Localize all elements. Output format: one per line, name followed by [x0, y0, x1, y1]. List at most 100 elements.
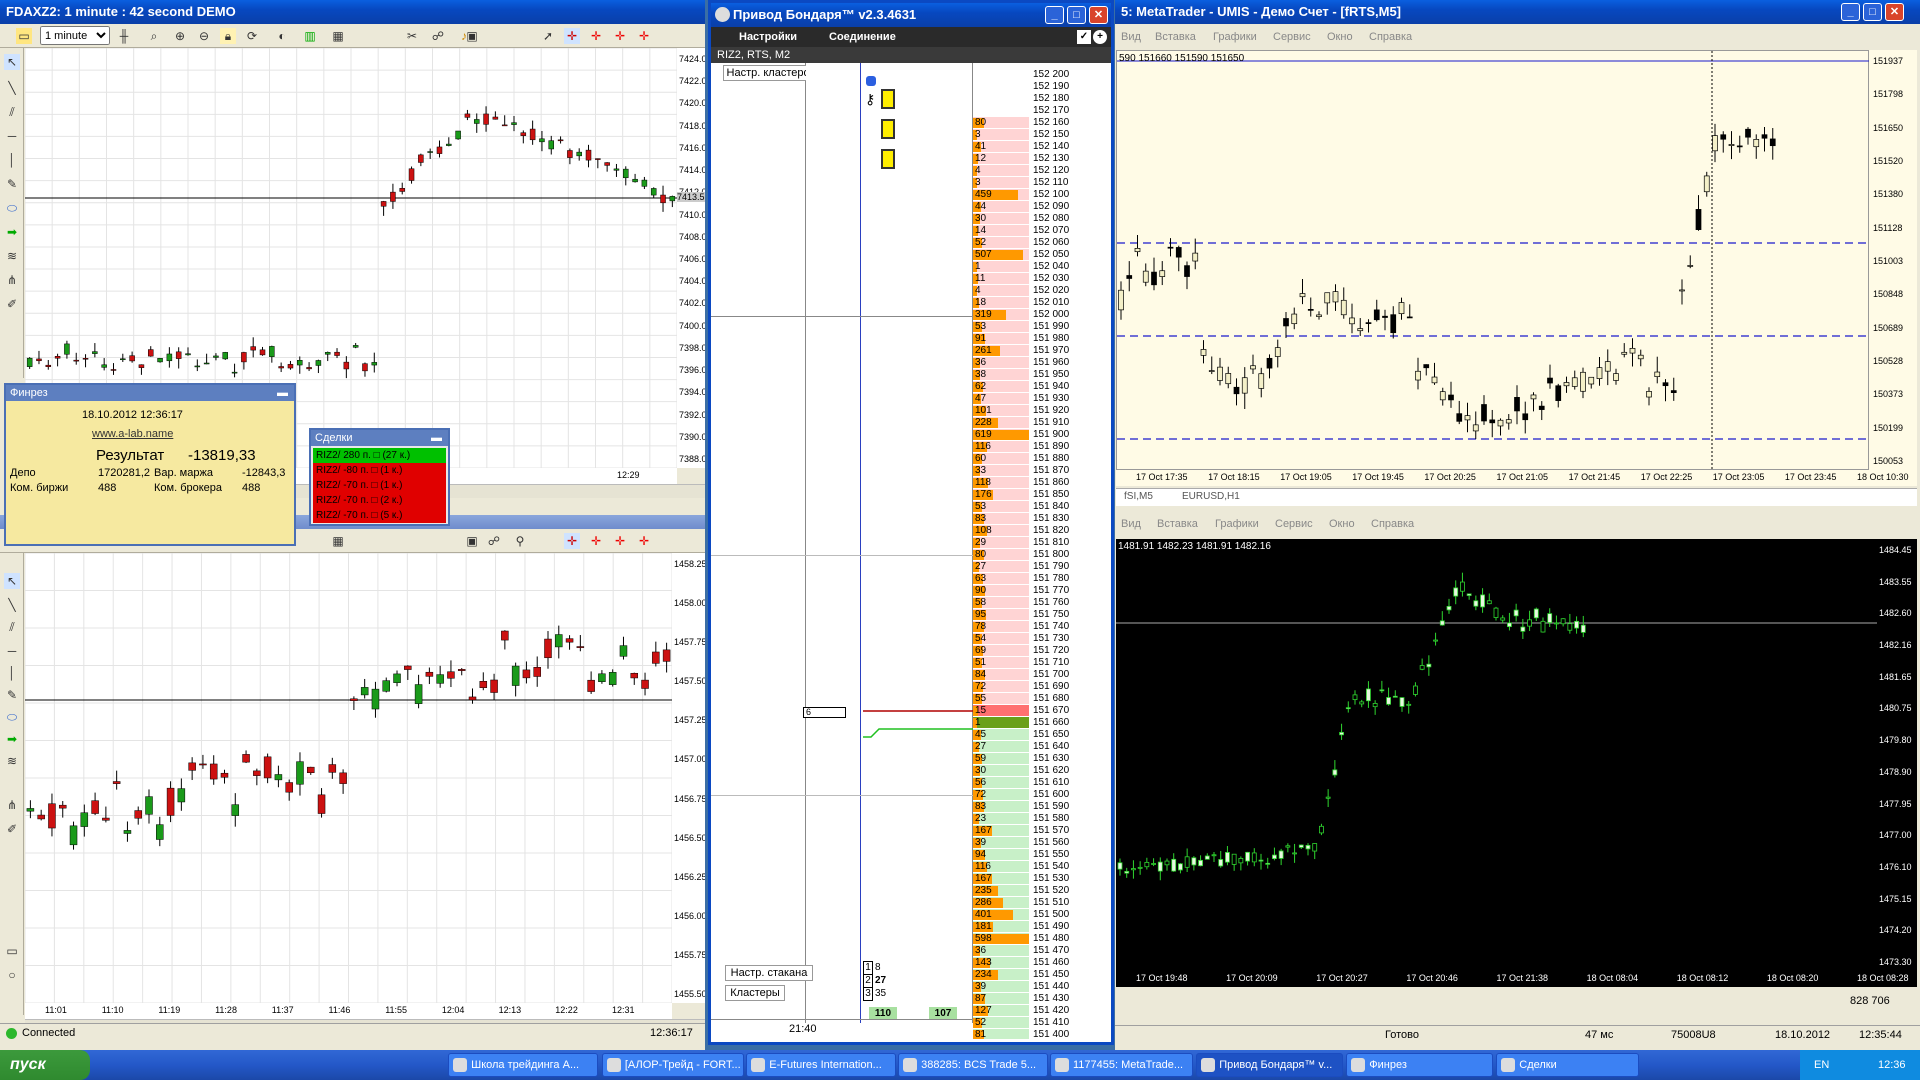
order-book-row[interactable]: 167 151 530 — [973, 873, 1111, 885]
order-book-row[interactable]: 87 151 430 — [973, 993, 1111, 1005]
menu-view[interactable]: Вид — [1121, 515, 1141, 533]
taskbar-button[interactable]: [АЛОР-Трейд - FORT... — [601, 1053, 745, 1077]
order-book-row[interactable]: 91 151 980 — [973, 333, 1111, 345]
channel-icon[interactable]: ⫽ — [4, 619, 20, 635]
quantity-option[interactable]: 3 35 — [863, 987, 886, 1001]
order-book-row[interactable]: 90 151 770 — [973, 585, 1111, 597]
zoom-icon[interactable]: ⌕ — [146, 28, 162, 44]
order-book-row[interactable]: 38 151 950 — [973, 369, 1111, 381]
refresh-icon[interactable]: ⟳ — [244, 28, 260, 44]
grid-icon[interactable]: ▦ — [330, 28, 346, 44]
vline-icon[interactable]: │ — [4, 152, 20, 168]
taskbar-button[interactable]: 1177455: MetaTrade... — [1050, 1053, 1193, 1077]
chart-type-icon[interactable]: ▥ — [302, 28, 318, 44]
order-book-row[interactable]: 507 152 050 — [973, 249, 1111, 261]
fdax-title-bar[interactable]: FDAXZ2: 1 minute : 42 second DEMO — [0, 0, 705, 24]
order-book-row[interactable]: 63 151 780 — [973, 573, 1111, 585]
arrow-icon[interactable]: ➡ — [4, 224, 20, 240]
cluster-settings-button[interactable]: Настр. кластеров — [723, 65, 819, 81]
vline-icon[interactable]: │ — [4, 665, 20, 681]
order-book-row[interactable]: 36 151 960 — [973, 357, 1111, 369]
order-book-row[interactable]: 1 151 660 — [973, 717, 1111, 729]
menu-charts[interactable]: Графики — [1213, 28, 1257, 46]
order-book-row[interactable]: 143 151 460 — [973, 957, 1111, 969]
order-book-row[interactable]: 319 152 000 — [973, 309, 1111, 321]
crosshair-icon[interactable]: ✛ — [564, 28, 580, 44]
taskbar-button[interactable]: E-Futures Internation... — [746, 1053, 897, 1077]
order-book-row[interactable]: 3 152 150 — [973, 129, 1111, 141]
order-book-row[interactable]: 84 151 700 — [973, 669, 1111, 681]
order-book-row[interactable]: 52 151 410 — [973, 1017, 1111, 1029]
zoom-out-icon[interactable]: ⊖ — [196, 28, 212, 44]
quantity-option[interactable]: 18 — [863, 961, 881, 975]
pointer-icon[interactable]: ↖ — [4, 573, 20, 589]
menu-connection[interactable]: Соединение — [829, 27, 896, 47]
order-book-row[interactable]: 181 151 490 — [973, 921, 1111, 933]
link-icon[interactable]: ☍ — [430, 28, 446, 44]
minimize-button[interactable]: _ — [1045, 6, 1064, 24]
order-book-row[interactable]: 52 152 060 — [973, 237, 1111, 249]
window-icon[interactable]: ▣ — [464, 533, 480, 549]
order-book-row[interactable]: 72 151 600 — [973, 789, 1111, 801]
indicator-icon[interactable]: ◐ — [274, 28, 290, 44]
order-book-row[interactable]: 72 151 690 — [973, 681, 1111, 693]
taskbar-button[interactable]: Школа трейдинга А... — [448, 1053, 599, 1077]
order-book-row[interactable]: 228 151 910 — [973, 417, 1111, 429]
taskbar-button[interactable]: Привод Бондаря™ v... — [1196, 1053, 1343, 1077]
taskbar-button[interactable]: 388285: BCS Trade 5... — [898, 1053, 1049, 1077]
order-book-row[interactable]: 80 152 160 — [973, 117, 1111, 129]
menu-settings[interactable]: Настройки — [739, 27, 797, 47]
order-book-row[interactable]: 176 151 850 — [973, 489, 1111, 501]
deal-row[interactable]: RIZ2/ -70 п. □ (2 к.) — [313, 493, 446, 508]
lower-left-chart[interactable] — [24, 552, 673, 1004]
menu-window[interactable]: Окно — [1329, 515, 1355, 533]
order-book-row[interactable]: 18 152 010 — [973, 297, 1111, 309]
finres-link[interactable]: www.a-lab.name — [92, 428, 173, 440]
clusters-button[interactable]: Кластеры — [725, 985, 785, 1001]
close-button[interactable]: ✕ — [1885, 3, 1904, 21]
order-book-row[interactable]: 4 152 020 — [973, 285, 1111, 297]
scissors-icon[interactable]: ✂ — [404, 28, 420, 44]
pitchfork-icon[interactable]: ⋔ — [4, 272, 20, 288]
order-book-row[interactable]: 235 151 520 — [973, 885, 1111, 897]
order-book-row[interactable]: 152 180 — [973, 93, 1111, 105]
order-book-row[interactable]: 45 151 650 — [973, 729, 1111, 741]
order-book-row[interactable]: 94 151 550 — [973, 849, 1111, 861]
tab-eurusd[interactable]: EURUSD,H1 — [1182, 491, 1240, 502]
menu-window[interactable]: Окно — [1327, 28, 1353, 46]
menu-charts[interactable]: Графики — [1215, 515, 1259, 533]
fib-icon[interactable]: ≋ — [4, 248, 20, 264]
window-icon[interactable]: ▣ — [464, 28, 480, 44]
order-qty-field[interactable]: 6 — [803, 707, 846, 718]
order-book-row[interactable]: 152 170 — [973, 105, 1111, 117]
line-icon[interactable]: ╲ — [4, 597, 20, 613]
order-book-row[interactable]: 152 190 — [973, 81, 1111, 93]
channel-icon[interactable]: ⫽ — [4, 104, 20, 120]
lock-icon[interactable]: 🔒︎ — [220, 28, 236, 44]
order-book-row[interactable]: 152 200 — [973, 69, 1111, 81]
hline-icon[interactable]: ─ — [4, 128, 20, 144]
order-book-row[interactable]: 127 151 420 — [973, 1005, 1111, 1017]
order-book-row[interactable]: 118 151 860 — [973, 477, 1111, 489]
mt5-lower-chart[interactable]: 1481.91 1482.23 1481.91 1482.16 — [1116, 539, 1877, 971]
zoom-in-icon[interactable]: ⊕ — [172, 28, 188, 44]
plus-red-icon[interactable]: ✛ — [588, 533, 604, 549]
tab-fsi[interactable]: fSI,M5 — [1124, 491, 1153, 502]
bars-type-icon[interactable]: ╫ — [116, 28, 132, 44]
order-book-row[interactable]: 598 151 480 — [973, 933, 1111, 945]
rectangle-icon[interactable]: ▭ — [4, 943, 20, 959]
deal-row[interactable]: RIZ2/ -80 п. □ (1 к.) — [313, 463, 446, 478]
circle-icon[interactable]: ○ — [4, 967, 20, 983]
menu-help[interactable]: Справка — [1369, 28, 1412, 46]
order-book-row[interactable]: 39 151 560 — [973, 837, 1111, 849]
order-book-row[interactable]: 116 151 890 — [973, 441, 1111, 453]
order-book[interactable]: 152 200 152 190 152 180 152 170 80 152 160 3 15… — [973, 69, 1111, 1039]
order-book-row[interactable]: 55 151 680 — [973, 693, 1111, 705]
order-book-row[interactable]: 4 152 120 — [973, 165, 1111, 177]
order-book-row[interactable]: 286 151 510 — [973, 897, 1111, 909]
book-settings-button[interactable]: Настр. стакана — [725, 965, 813, 981]
order-book-row[interactable]: 60 151 880 — [973, 453, 1111, 465]
order-book-row[interactable]: 54 151 730 — [973, 633, 1111, 645]
text-icon[interactable]: ✎ — [4, 176, 20, 192]
order-book-row[interactable]: 3 152 110 — [973, 177, 1111, 189]
